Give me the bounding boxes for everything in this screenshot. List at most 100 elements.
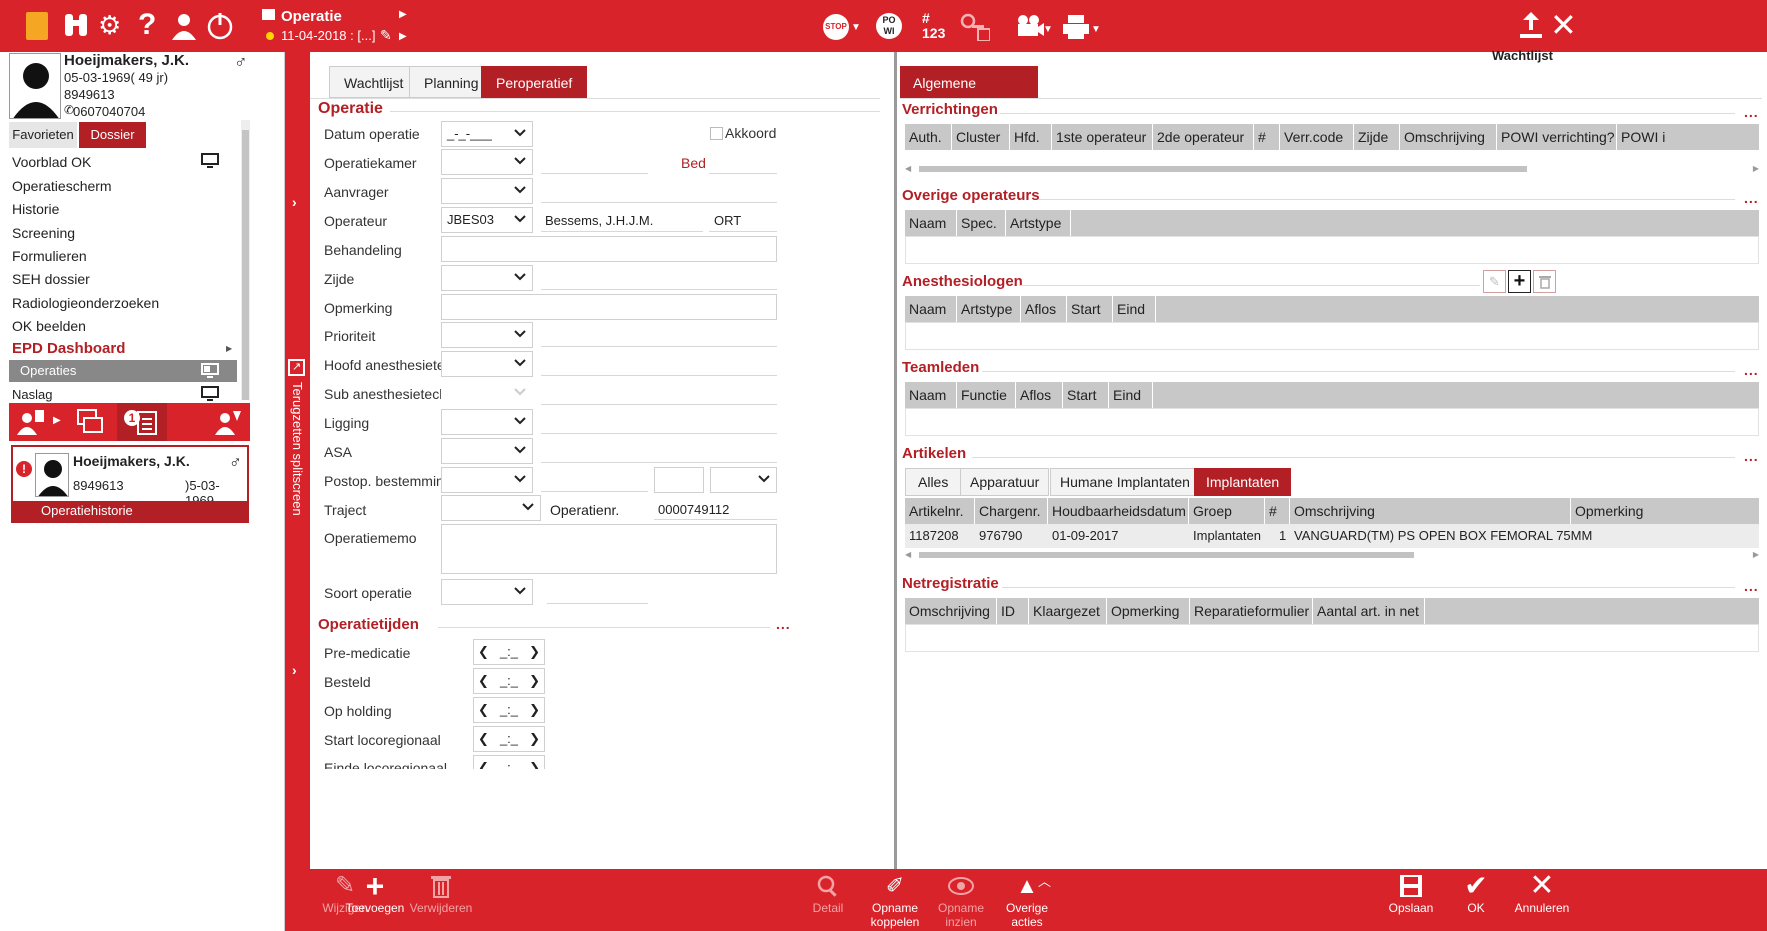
chevron-right-icon[interactable]: ▶ — [226, 344, 232, 353]
opname-koppelen-button[interactable]: ✐ Opname koppelen — [862, 871, 928, 929]
add-icon[interactable]: + — [1508, 270, 1531, 293]
nav-operatiescherm[interactable]: Operatiescherm — [12, 178, 112, 194]
chevron-left-icon[interactable]: ❮ — [478, 640, 489, 664]
behandeling-input[interactable] — [441, 236, 777, 262]
tab-apparatuur[interactable]: Apparatuur — [960, 468, 1050, 496]
col-start[interactable]: Start — [1067, 296, 1113, 322]
col-spec[interactable]: Spec. — [957, 210, 1006, 236]
chevron-right-icon[interactable]: ❯ — [529, 727, 540, 751]
nav-voorblad-ok[interactable]: Voorblad OK — [12, 154, 91, 170]
col-groep[interactable]: Groep — [1189, 498, 1265, 524]
asa-select[interactable] — [441, 438, 533, 464]
aanvrager-select[interactable] — [441, 178, 533, 204]
col-zijde[interactable]: Zijde — [1354, 124, 1400, 150]
opslaan-button[interactable]: Opslaan — [1378, 871, 1444, 915]
patient-alert-icon[interactable] — [215, 409, 243, 435]
col-opmerking[interactable]: Opmerking — [1107, 598, 1190, 624]
scroll-thumb[interactable] — [242, 130, 249, 400]
more-icon[interactable]: ... — [1744, 448, 1759, 464]
col-omschrijving[interactable]: Omschrijving — [905, 598, 997, 624]
scroll-thumb[interactable] — [919, 552, 1414, 558]
monitor-icon[interactable] — [201, 363, 219, 379]
module-title[interactable]: Operatie — [281, 8, 342, 25]
col-houdbaarheidsdatum[interactable]: Houdbaarheidsdatum — [1048, 498, 1189, 524]
col-artstype[interactable]: Artstype — [957, 296, 1021, 322]
nav-seh-dossier[interactable]: SEH dossier — [12, 271, 90, 287]
tab-favorieten[interactable]: Favorieten — [9, 122, 77, 148]
start-locoregionaal-stepper[interactable]: ❮ _:_ ❯ — [473, 726, 545, 752]
hoofd-anesthesie-select[interactable] — [441, 351, 533, 377]
export-icon[interactable] — [1518, 12, 1544, 40]
chevron-right-icon[interactable]: ▶ — [1753, 164, 1759, 173]
chevron-right-icon[interactable]: ▶ — [399, 31, 407, 42]
opmerking-input[interactable] — [441, 294, 777, 320]
chevron-up-icon[interactable]: ︿ — [1038, 871, 1051, 890]
chevron-left-icon[interactable]: ❮ — [478, 727, 489, 751]
printer-icon[interactable] — [1062, 14, 1090, 40]
patient-list-icon[interactable] — [17, 409, 45, 435]
split-label[interactable]: Terugzetten splitscreen — [287, 382, 307, 516]
traject-select[interactable] — [441, 495, 541, 521]
col-naam[interactable]: Naam — [905, 382, 957, 408]
col-2de-operateur[interactable]: 2de operateur — [1153, 124, 1254, 150]
nav-ok-beelden[interactable]: OK beelden — [12, 318, 86, 334]
col-omschrijving[interactable]: Omschrijving — [1290, 498, 1571, 524]
col-naam[interactable]: Naam — [905, 210, 957, 236]
postop-extra-input[interactable] — [654, 467, 704, 493]
col-eind[interactable]: Eind — [1109, 382, 1153, 408]
col-aflos[interactable]: Aflos — [1021, 296, 1067, 322]
zijde-select[interactable] — [441, 265, 533, 291]
gear-icon[interactable]: ⚙ — [98, 10, 121, 40]
chevron-left-icon[interactable]: ◀ — [905, 164, 911, 173]
postop-extra-select[interactable] — [710, 467, 777, 493]
chevron-right-icon[interactable]: ▶ — [1753, 550, 1759, 559]
chevron-right-icon[interactable]: › — [292, 662, 297, 678]
chevron-down-icon[interactable]: ▼ — [851, 22, 861, 33]
tab-implantaten[interactable]: Implantaten — [1194, 468, 1292, 496]
chevron-right-icon[interactable]: › — [292, 194, 297, 210]
chevron-right-icon[interactable]: ▶ — [53, 415, 61, 426]
col-count[interactable]: # — [1265, 498, 1290, 524]
sidebar-scrollbar[interactable] — [241, 120, 250, 400]
user-icon[interactable] — [170, 12, 198, 40]
tab-algemene-gegevens[interactable]: Algemene gegevens — [900, 66, 1038, 123]
tab-wachtlijst[interactable]: Wachtlijst — [329, 66, 419, 98]
nav-epd-dashboard[interactable]: EPD Dashboard — [12, 340, 125, 357]
nav-historie[interactable]: Historie — [12, 201, 59, 217]
chevron-right-icon[interactable]: ❯ — [529, 698, 540, 722]
chevron-left-icon[interactable]: ❮ — [478, 669, 489, 693]
op-holding-stepper[interactable]: ❮ _:_ ❯ — [473, 697, 545, 723]
besteld-stepper[interactable]: ❮ _:_ ❯ — [473, 668, 545, 694]
col-count[interactable]: # — [1254, 124, 1280, 150]
datum-select[interactable]: _-_-___ — [441, 121, 533, 147]
postop-select[interactable] — [441, 467, 533, 493]
ok-button[interactable]: ✔ OK — [1446, 871, 1506, 916]
operateur-select[interactable]: JBES03 — [441, 207, 533, 233]
chevron-right-icon[interactable]: ❯ — [529, 756, 540, 769]
more-icon[interactable]: ... — [1744, 190, 1759, 206]
col-klaargezet[interactable]: Klaargezet — [1029, 598, 1107, 624]
opname-inzien-button[interactable]: Opname inzien — [928, 871, 994, 929]
col-eind[interactable]: Eind — [1113, 296, 1156, 322]
col-verr-code[interactable]: Verr.code — [1280, 124, 1354, 150]
monitor-icon[interactable] — [201, 153, 219, 169]
toevoegen-button[interactable]: + Toevoegen — [340, 870, 410, 915]
ligging-select[interactable] — [441, 409, 533, 435]
splitscreen-bar[interactable]: › ↗ Terugzetten splitscreen › — [285, 52, 310, 931]
chevron-left-icon[interactable]: ❮ — [478, 756, 489, 769]
table-row[interactable]: 1187208 976790 01-09-2017 Implantaten 1 … — [905, 524, 1759, 548]
col-functie[interactable]: Functie — [957, 382, 1016, 408]
col-opmerking[interactable]: Opmerking — [1571, 498, 1759, 524]
col-id[interactable]: ID — [997, 598, 1029, 624]
col-1ste-operateur[interactable]: 1ste operateur — [1052, 124, 1153, 150]
einde-locoregionaal-stepper[interactable]: ❮ _:_ ❯ — [473, 755, 545, 769]
tab-peroperatief[interactable]: Peroperatief — [481, 66, 588, 98]
col-start[interactable]: Start — [1063, 382, 1109, 408]
pre-medicatie-stepper[interactable]: ❮ _:_ ❯ — [473, 639, 545, 665]
more-icon[interactable]: ... — [776, 616, 791, 632]
binoculars-icon[interactable] — [62, 10, 90, 40]
chevron-right-icon[interactable]: ❯ — [529, 640, 540, 664]
chevron-down-icon[interactable]: ▼ — [1043, 24, 1053, 35]
pencil-icon[interactable]: ✎ — [380, 27, 392, 44]
chevron-right-icon[interactable]: ❯ — [529, 669, 540, 693]
